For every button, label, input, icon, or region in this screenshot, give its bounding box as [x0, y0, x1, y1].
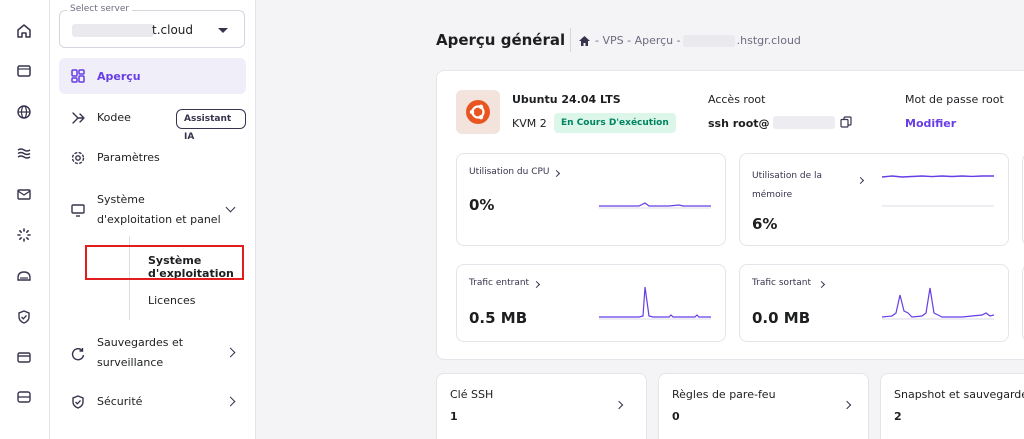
refresh-icon [69, 345, 87, 363]
chevron-right-icon [856, 176, 865, 185]
copy-icon[interactable] [840, 116, 852, 128]
chevron-right-icon [842, 400, 852, 410]
cpu-sparkline [599, 202, 711, 209]
outgoing-traffic-card[interactable]: Trafic sortant 0.0 MB [739, 264, 1009, 342]
status-badge: En Cours D'exécution [554, 113, 676, 133]
server-select-label: Select server [67, 4, 133, 14]
chevron-right-icon [552, 169, 561, 178]
snapshot-count: 2 [894, 410, 902, 423]
shield-icon[interactable] [13, 306, 35, 328]
server-select[interactable]: Select server t.cloud [59, 4, 245, 48]
ssh-key-card[interactable]: Clé SSH 1 [436, 373, 647, 439]
monitor-icon [69, 201, 87, 219]
sidebar-item-backups[interactable]: Sauvegardes et surveillance [59, 334, 246, 374]
hostname-redacted [682, 34, 735, 47]
os-name: Ubuntu 24.04 LTS [512, 93, 621, 106]
cpu-usage-card[interactable]: Utilisation du CPU 0% [456, 153, 726, 246]
sidebar: Select server t.cloud Aperçu Kodee Assis… [50, 0, 256, 439]
chevron-right-icon [225, 347, 236, 358]
sidebar-item-parametres[interactable]: Paramètres [59, 151, 246, 165]
chevron-right-icon [614, 400, 624, 410]
firewall-rules-label: Règles de pare-feu [672, 388, 776, 401]
assistant-ia-badge: Assistant IA [176, 109, 246, 142]
caret-down-icon[interactable] [218, 28, 228, 33]
window-icon[interactable] [13, 60, 35, 82]
outgoing-traffic-label: Trafic sortant [752, 278, 812, 288]
incoming-traffic-card[interactable]: Trafic entrant 0.5 MB [456, 264, 726, 342]
memory-usage-card[interactable]: Utilisation de la mémoire 6% [739, 153, 1009, 246]
card-icon[interactable] [13, 346, 35, 368]
ubuntu-logo [456, 90, 500, 134]
server-name-redacted [72, 24, 154, 37]
snapshot-label: Snapshot et sauvegardes [894, 388, 1024, 401]
sidebar-item-label-line2: surveillance [97, 356, 164, 369]
memory-sparkline [882, 175, 994, 207]
layers-icon[interactable] [13, 142, 35, 164]
kodee-icon [69, 109, 87, 127]
ssh-key-count: 1 [450, 410, 458, 423]
home-icon[interactable] [13, 20, 35, 42]
sidebar-item-label-line1: Système [97, 193, 145, 206]
breadcrumb-host: .hstgr.cloud [736, 34, 801, 47]
snapshot-card[interactable]: Snapshot et sauvegardes 2 [880, 373, 1024, 439]
sidebar-item-label: Kodee [97, 111, 131, 124]
sidebar-item-label-line1: Sauvegardes et [97, 336, 184, 349]
incoming-traffic-value: 0.5 MB [469, 309, 528, 327]
ssh-key-label: Clé SSH [450, 388, 494, 401]
server-icon[interactable] [13, 386, 35, 408]
loader-icon[interactable] [13, 224, 35, 246]
modify-password-link[interactable]: Modifier [905, 117, 956, 130]
cpu-usage-label: Utilisation du CPU [469, 167, 550, 177]
plan-name: KVM 2 [512, 117, 547, 130]
chevron-right-icon [817, 280, 826, 289]
root-host-redacted [773, 116, 835, 129]
disk-icon[interactable] [13, 265, 35, 287]
grid-icon [69, 67, 87, 85]
gear-icon [69, 149, 87, 167]
outgoing-traffic-value: 0.0 MB [752, 309, 811, 327]
overview-card: Ubuntu 24.04 LTS KVM 2 En Cours D'exécut… [436, 70, 1024, 360]
incoming-traffic-sparkline [599, 286, 711, 320]
root-password-label: Mot de passe root [905, 93, 1004, 106]
page-title: Aperçu général [436, 31, 566, 49]
chevron-down-icon [225, 202, 236, 213]
globe-icon[interactable] [13, 101, 35, 123]
title-divider [570, 28, 571, 52]
root-access-label: Accès root [708, 93, 766, 106]
outgoing-traffic-sparkline [882, 287, 994, 320]
root-access-value: ssh root@ [708, 117, 770, 130]
chevron-right-icon [532, 280, 541, 289]
shield-check-icon [69, 393, 87, 411]
memory-usage-label: Utilisation de la mémoire [752, 171, 823, 200]
sidebar-item-label-line2: d'exploitation et panel [97, 213, 221, 226]
memory-usage-value: 6% [752, 215, 778, 233]
firewall-rules-card[interactable]: Règles de pare-feu 0 [658, 373, 869, 439]
highlight-box [85, 245, 244, 280]
sidebar-item-label: Paramètres [97, 151, 160, 164]
sidebar-item-apercu[interactable]: Aperçu [59, 58, 246, 94]
home-icon[interactable] [578, 35, 591, 47]
sidebar-item-securite[interactable]: Sécurité [59, 395, 246, 409]
server-select-value: t.cloud [152, 23, 194, 37]
sidebar-item-os-panel[interactable]: Système d'exploitation et panel [59, 190, 246, 230]
sidebar-item-kodee[interactable]: Kodee Assistant IA [59, 109, 246, 142]
sidebar-item-label: Aperçu [97, 69, 141, 83]
main-content: Aperçu général - VPS - Aperçu - .hstgr.c… [256, 0, 1024, 439]
breadcrumb-path[interactable]: - VPS - Aperçu - [595, 34, 681, 47]
chevron-right-icon [225, 396, 236, 407]
sidebar-item-label: Sécurité [97, 395, 143, 408]
submenu-item-licences[interactable]: Licences [148, 294, 196, 307]
mail-icon[interactable] [13, 183, 35, 205]
incoming-traffic-label: Trafic entrant [469, 278, 530, 288]
icon-rail [0, 0, 50, 439]
firewall-rules-count: 0 [672, 410, 680, 423]
breadcrumb: - VPS - Aperçu - .hstgr.cloud [578, 34, 801, 47]
cpu-usage-value: 0% [469, 196, 495, 214]
